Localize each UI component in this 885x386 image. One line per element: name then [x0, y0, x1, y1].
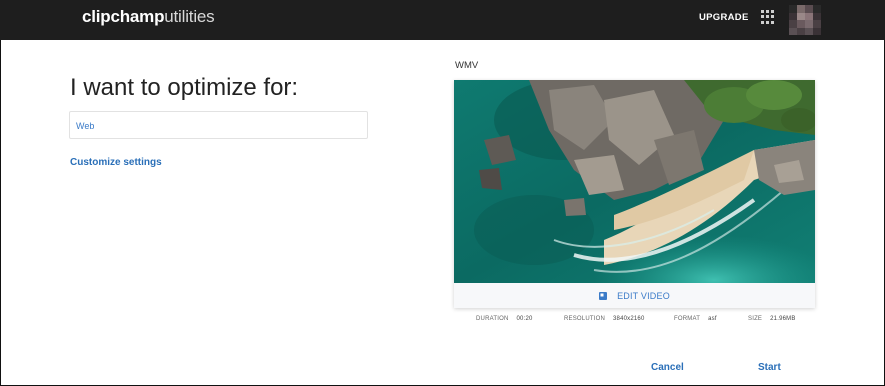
duration-meta: DURATION 00:20 [476, 316, 533, 322]
duration-value: 00:20 [516, 316, 533, 322]
video-preview-card: EDIT VIDEO [454, 80, 815, 308]
format-meta-label: FORMAT [674, 316, 701, 322]
apps-grid-icon[interactable] [761, 10, 775, 24]
logo-suffix-text: utilities [164, 7, 215, 26]
resolution-meta: RESOLUTION 3840x2160 [564, 316, 645, 322]
size-meta: SIZE 21.96MB [748, 316, 796, 322]
start-button[interactable]: Start [758, 362, 781, 373]
optimize-heading: I want to optimize for: [70, 74, 299, 101]
duration-label: DURATION [476, 316, 509, 322]
clipchamp-logo[interactable]: clipchamputilities [82, 7, 215, 27]
cancel-button[interactable]: Cancel [651, 362, 684, 373]
resolution-value: 3840x2160 [613, 316, 645, 322]
edit-video-label: EDIT VIDEO [617, 290, 670, 301]
format-meta-value: asf [708, 316, 717, 322]
top-navigation-bar: clipchamputilities UPGRADE [0, 0, 885, 40]
edit-video-button[interactable]: EDIT VIDEO [454, 283, 815, 308]
resolution-label: RESOLUTION [564, 316, 606, 322]
aerial-beach-thumbnail-image [454, 80, 815, 283]
upgrade-link[interactable]: UPGRADE [699, 12, 749, 23]
edit-video-icon [599, 291, 608, 300]
optimize-for-field[interactable]: Web [69, 111, 368, 139]
output-format-label: WMV [455, 60, 479, 71]
video-thumbnail[interactable] [454, 80, 815, 283]
logo-brand-text: clipchamp [82, 7, 165, 26]
user-avatar[interactable] [789, 5, 821, 35]
customize-settings-link[interactable]: Customize settings [70, 157, 162, 168]
size-value: 21.96MB [770, 316, 796, 322]
format-meta: FORMAT asf [674, 316, 717, 322]
size-label: SIZE [748, 316, 763, 322]
